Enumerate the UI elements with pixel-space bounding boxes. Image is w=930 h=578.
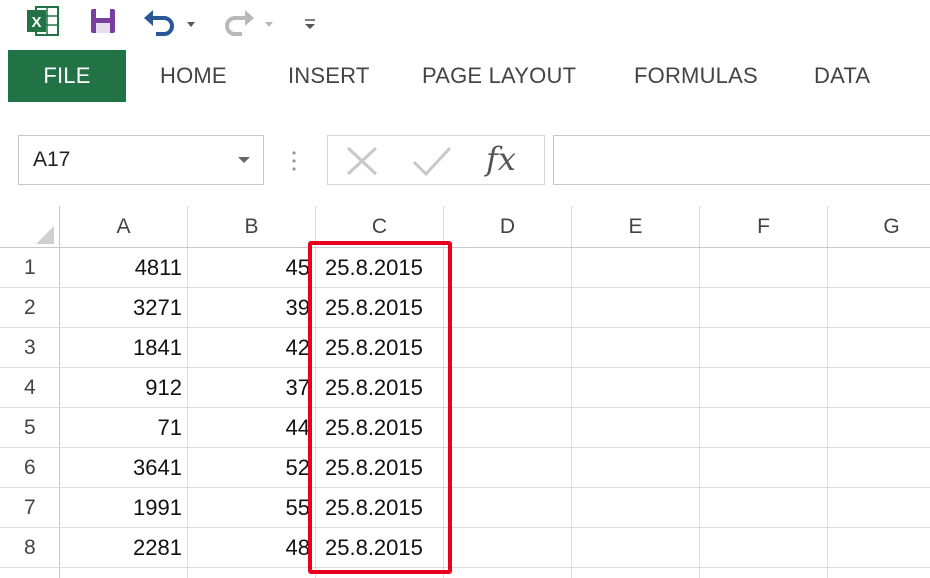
quick-access-toolbar: X <box>0 0 930 44</box>
name-box[interactable]: A17 <box>18 135 264 185</box>
excel-logo-icon: X <box>27 6 59 36</box>
cell-g1[interactable] <box>828 248 930 288</box>
tab-data[interactable]: DATA <box>814 50 870 102</box>
cell-b8[interactable]: 48 <box>188 528 316 568</box>
cell-d8[interactable] <box>444 528 572 568</box>
column-header-d[interactable]: D <box>444 206 572 248</box>
column-header-e[interactable]: E <box>572 206 700 248</box>
tab-page-layout[interactable]: PAGE LAYOUT <box>422 50 576 102</box>
cell-d2[interactable] <box>444 288 572 328</box>
cell-d7[interactable] <box>444 488 572 528</box>
cell-b7[interactable]: 55 <box>188 488 316 528</box>
select-all-corner[interactable] <box>0 206 60 248</box>
cell-f2[interactable] <box>700 288 828 328</box>
cell-b4[interactable]: 37 <box>188 368 316 408</box>
cell-b6[interactable]: 52 <box>188 448 316 488</box>
cell-f4[interactable] <box>700 368 828 408</box>
ribbon-tabs: FILE HOME INSERT PAGE LAYOUT FORMULAS DA… <box>0 50 930 102</box>
cancel-icon[interactable] <box>342 144 382 178</box>
cell-d4[interactable] <box>444 368 572 408</box>
cell-e8[interactable] <box>572 528 700 568</box>
cell-g4[interactable] <box>828 368 930 408</box>
cell-b2[interactable]: 39 <box>188 288 316 328</box>
row-header-1[interactable]: 1 <box>0 248 60 288</box>
svg-text:X: X <box>31 14 41 31</box>
row-header-5[interactable]: 5 <box>0 408 60 448</box>
cell-a3[interactable]: 1841 <box>60 328 188 368</box>
highlight-box-column-c <box>308 241 452 574</box>
row-header-3[interactable]: 3 <box>0 328 60 368</box>
cell-a1[interactable]: 4811 <box>60 248 188 288</box>
cell-d6[interactable] <box>444 448 572 488</box>
cell-g8[interactable] <box>828 528 930 568</box>
row-header-6[interactable]: 6 <box>0 448 60 488</box>
redo-icon[interactable] <box>222 6 258 36</box>
cell-a4[interactable]: 912 <box>60 368 188 408</box>
name-box-value: A17 <box>33 148 71 171</box>
customize-toolbar-icon[interactable] <box>300 6 320 36</box>
cell-g7[interactable] <box>828 488 930 528</box>
cell-e2[interactable] <box>572 288 700 328</box>
cell-a7[interactable]: 1991 <box>60 488 188 528</box>
cell-g3[interactable] <box>828 328 930 368</box>
cell-e6[interactable] <box>572 448 700 488</box>
tab-insert[interactable]: INSERT <box>288 50 369 102</box>
cell-e5[interactable] <box>572 408 700 448</box>
cell-e4[interactable] <box>572 368 700 408</box>
chevron-down-icon[interactable] <box>235 152 253 168</box>
undo-icon[interactable] <box>140 6 180 36</box>
tab-file[interactable]: FILE <box>8 50 126 102</box>
cell-a2[interactable]: 3271 <box>60 288 188 328</box>
column-header-g[interactable]: G <box>828 206 930 248</box>
cell-b5[interactable]: 44 <box>188 408 316 448</box>
save-icon[interactable] <box>88 6 118 36</box>
cell-f8[interactable] <box>700 528 828 568</box>
cell-b1[interactable]: 45 <box>188 248 316 288</box>
spreadsheet-grid: A B C D E F G 1 4811 45 25.8.2015 2 3271 39 25.8.2015 3… <box>0 206 930 578</box>
row-header-4[interactable]: 4 <box>0 368 60 408</box>
enter-check-icon[interactable] <box>410 144 454 178</box>
cell-b3[interactable]: 42 <box>188 328 316 368</box>
cell-g6[interactable] <box>828 448 930 488</box>
column-header-f[interactable]: F <box>700 206 828 248</box>
cell-d5[interactable] <box>444 408 572 448</box>
cell-f3[interactable] <box>700 328 828 368</box>
undo-dropdown-icon[interactable] <box>184 6 198 36</box>
formula-buttons: fx <box>327 135 545 185</box>
cell-e7[interactable] <box>572 488 700 528</box>
cell-d3[interactable] <box>444 328 572 368</box>
row-header-7[interactable]: 7 <box>0 488 60 528</box>
cell-g2[interactable] <box>828 288 930 328</box>
cell-a5[interactable]: 71 <box>60 408 188 448</box>
cell-f5[interactable] <box>700 408 828 448</box>
row-header-2[interactable]: 2 <box>0 288 60 328</box>
redo-dropdown-icon[interactable] <box>262 6 276 36</box>
cell-f7[interactable] <box>700 488 828 528</box>
cell-a8[interactable]: 2281 <box>60 528 188 568</box>
column-header-a[interactable]: A <box>60 206 188 248</box>
tab-home[interactable]: HOME <box>160 50 227 102</box>
cell-e3[interactable] <box>572 328 700 368</box>
cell-d1[interactable] <box>444 248 572 288</box>
formula-bar-grip-icon[interactable] <box>284 148 304 174</box>
cell-e1[interactable] <box>572 248 700 288</box>
cell-f1[interactable] <box>700 248 828 288</box>
tab-formulas[interactable]: FORMULAS <box>634 50 758 102</box>
formula-input[interactable] <box>553 135 930 185</box>
insert-function-icon[interactable]: fx <box>486 134 516 184</box>
column-header-b[interactable]: B <box>188 206 316 248</box>
cell-g5[interactable] <box>828 408 930 448</box>
cell-a6[interactable]: 3641 <box>60 448 188 488</box>
cell-f6[interactable] <box>700 448 828 488</box>
row-header-8[interactable]: 8 <box>0 528 60 568</box>
